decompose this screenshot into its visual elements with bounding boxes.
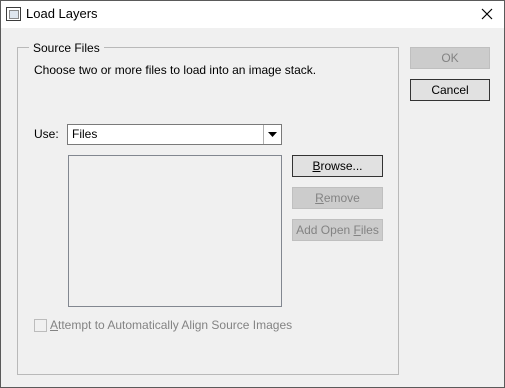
ok-button[interactable]: OK (410, 47, 490, 69)
window-app-icon (6, 7, 21, 21)
align-checkbox[interactable] (34, 319, 47, 332)
close-button[interactable] (470, 1, 504, 28)
load-layers-dialog: Load Layers Source Files Choose two or m… (0, 0, 505, 388)
instructions-text: Choose two or more files to load into an… (34, 63, 317, 77)
use-select-value: Files (72, 127, 98, 141)
remove-button[interactable]: Remove (292, 187, 383, 209)
browse-button[interactable]: Browse... (292, 155, 383, 177)
use-label: Use: (34, 127, 59, 141)
window-title: Load Layers (26, 6, 98, 21)
source-files-legend: Source Files (29, 41, 104, 55)
add-open-files-button[interactable]: Add Open Files (292, 219, 383, 241)
close-icon (481, 8, 493, 20)
cancel-button[interactable]: Cancel (410, 79, 490, 101)
align-checkbox-label[interactable]: Attempt to Automatically Align Source Im… (50, 318, 292, 332)
chevron-down-icon (268, 132, 277, 137)
use-select-arrow[interactable] (263, 125, 281, 144)
use-select[interactable]: Files (67, 124, 282, 145)
title-bar[interactable]: Load Layers (1, 1, 504, 28)
file-list[interactable] (68, 155, 282, 307)
